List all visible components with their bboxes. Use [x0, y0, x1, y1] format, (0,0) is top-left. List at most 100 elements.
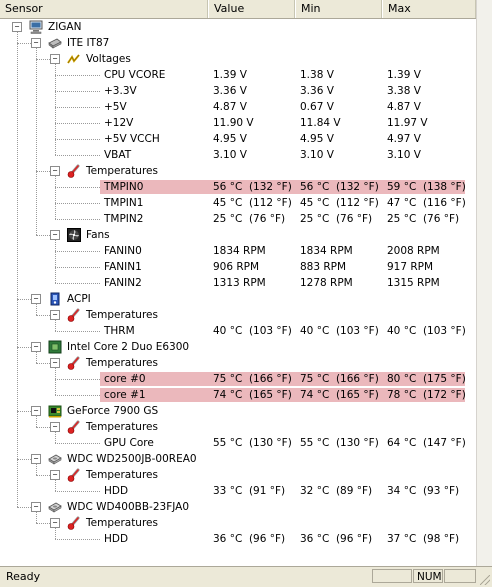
min-cell: 25 °C (76 °F): [300, 213, 373, 225]
sensor-label: Voltages: [86, 53, 131, 65]
column-header-max[interactable]: Max: [382, 0, 476, 18]
sensor-label: +12V: [104, 117, 134, 129]
tree-line: [55, 267, 100, 268]
collapse-toggle[interactable]: −: [31, 342, 41, 352]
collapse-toggle[interactable]: −: [31, 502, 41, 512]
resize-grip[interactable]: [480, 575, 490, 585]
sensor-label: core #1: [104, 389, 146, 401]
collapse-toggle[interactable]: −: [50, 518, 60, 528]
hdd-icon: [48, 452, 62, 466]
sensor-label: FANIN2: [104, 277, 142, 289]
tree-line: [55, 240, 56, 283]
tree-line: [55, 203, 100, 204]
sensor-label: Temperatures: [86, 357, 158, 369]
tree-node[interactable]: − Temperatures: [0, 419, 476, 435]
tree-node[interactable]: − Temperatures: [0, 163, 476, 179]
tree-line: [36, 235, 50, 236]
tree-line: [55, 491, 100, 492]
sensor-label: TMPIN0: [104, 181, 144, 193]
column-header-sensor[interactable]: Sensor: [0, 0, 208, 18]
tree-node[interactable]: − GeForce 7900 GS: [0, 403, 476, 419]
max-cell: 59 °C (138 °F): [387, 181, 466, 193]
tree-line: [55, 528, 56, 539]
tree-line: [55, 432, 56, 443]
collapse-toggle[interactable]: −: [50, 310, 60, 320]
sensor-label: HDD: [104, 533, 129, 545]
sensor-label: Temperatures: [86, 309, 158, 321]
tree-node[interactable]: − WDC WD2500JB-00REA0: [0, 451, 476, 467]
acpi-icon: [48, 292, 62, 306]
sensor-label: VBAT: [104, 149, 132, 161]
tree-line: [55, 176, 56, 219]
value-cell: 3.36 V: [213, 85, 247, 97]
collapse-toggle[interactable]: −: [50, 422, 60, 432]
tree-node[interactable]: − ACPI: [0, 291, 476, 307]
value-cell: 4.87 V: [213, 101, 247, 113]
value-cell: 1834 RPM: [213, 245, 266, 257]
tree-node[interactable]: − ZIGAN: [0, 19, 476, 35]
value-cell: 25 °C (76 °F): [213, 213, 286, 225]
tree-line: [36, 59, 50, 60]
hdd-icon: [48, 500, 62, 514]
column-header-min[interactable]: Min: [295, 0, 382, 18]
sensor-label: FANIN1: [104, 261, 142, 273]
tree-line: [55, 539, 100, 540]
collapse-toggle[interactable]: −: [50, 358, 60, 368]
tree-line: [36, 523, 50, 524]
tree-line: [36, 171, 50, 172]
tree-line: [36, 363, 50, 364]
tree-node[interactable]: − Intel Core 2 Duo E6300: [0, 339, 476, 355]
min-cell: 56 °C (132 °F): [300, 181, 379, 193]
sensor-label: ITE IT87: [67, 37, 110, 49]
collapse-toggle[interactable]: −: [12, 22, 22, 32]
tree-node[interactable]: − Fans: [0, 227, 476, 243]
min-cell: 36 °C (96 °F): [300, 533, 373, 545]
sensor-label: WDC WD2500JB-00REA0: [67, 453, 197, 465]
tree-line: [55, 107, 100, 108]
max-cell: 11.97 V: [387, 117, 428, 129]
sensor-label: THRM: [104, 325, 135, 337]
thermometer-icon: [67, 420, 81, 434]
value-cell: 1.39 V: [213, 69, 247, 81]
tree-node[interactable]: − ITE IT87: [0, 35, 476, 51]
max-cell: 40 °C (103 °F): [387, 325, 466, 337]
tree-node[interactable]: − Temperatures: [0, 467, 476, 483]
max-cell: 2008 RPM: [387, 245, 440, 257]
sensor-label: GeForce 7900 GS: [67, 405, 159, 417]
voltage-icon: [67, 52, 81, 66]
collapse-toggle[interactable]: −: [31, 406, 41, 416]
tree-line: [55, 379, 100, 380]
column-header-value[interactable]: Value: [208, 0, 295, 18]
sensor-label: TMPIN2: [104, 213, 144, 225]
status-text: Ready: [6, 570, 41, 583]
tree-line: [55, 320, 56, 331]
tree-line: [55, 395, 100, 396]
column-header: Sensor Value Min Max: [0, 0, 476, 19]
value-cell: 75 °C (166 °F): [213, 373, 292, 385]
collapse-toggle[interactable]: −: [31, 454, 41, 464]
collapse-toggle[interactable]: −: [31, 38, 41, 48]
tree-line: [55, 480, 56, 491]
sensor-label: GPU Core: [104, 437, 154, 449]
value-cell: 56 °C (132 °F): [213, 181, 292, 193]
collapse-toggle[interactable]: −: [50, 54, 60, 64]
tree-node[interactable]: − Temperatures: [0, 355, 476, 371]
tree-node[interactable]: − WDC WD400BB-23FJA0: [0, 499, 476, 515]
tree-node[interactable]: − Voltages: [0, 51, 476, 67]
min-cell: 0.67 V: [300, 101, 334, 113]
thermometer-icon: [67, 516, 81, 530]
collapse-toggle[interactable]: −: [50, 470, 60, 480]
sensor-label: +5V VCCH: [104, 133, 160, 145]
tree-node[interactable]: − Temperatures: [0, 307, 476, 323]
tree-line: [17, 411, 31, 412]
collapse-toggle[interactable]: −: [31, 294, 41, 304]
collapse-toggle[interactable]: −: [50, 166, 60, 176]
thermometer-icon: [67, 308, 81, 322]
vertical-scrollbar[interactable]: [476, 0, 492, 566]
collapse-toggle[interactable]: −: [50, 230, 60, 240]
value-cell: 40 °C (103 °F): [213, 325, 292, 337]
computer-icon: [29, 20, 43, 34]
tree-line: [36, 512, 37, 523]
tree-line: [55, 155, 100, 156]
tree-node[interactable]: − Temperatures: [0, 515, 476, 531]
